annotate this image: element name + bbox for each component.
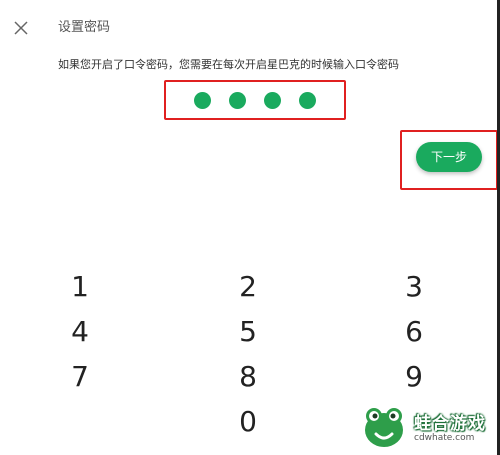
keypad-key-7[interactable]: 7 [60,357,100,397]
page-title: 设置密码 [58,20,111,35]
pin-dot-1 [194,91,211,109]
keypad-key-4[interactable]: 4 [60,312,100,352]
passcode-hint-text: 如果您开启了口令密码，您需要在每次开启星巴克的时候输入口令密码 [58,58,399,71]
pin-dot-2 [229,91,246,109]
next-highlight-box: 下一步 [400,130,498,190]
keypad-key-6[interactable]: 6 [394,312,434,352]
watermark-url: cdwhate.com [414,433,475,443]
keypad-key-9[interactable]: 9 [394,357,434,397]
keypad-key-8[interactable]: 8 [228,357,268,397]
pin-dot-3 [264,91,281,109]
keypad-key-3[interactable]: 3 [394,267,434,307]
next-button[interactable]: 下一步 [416,142,482,172]
keypad-key-5[interactable]: 5 [228,312,268,352]
pin-highlight-box [164,80,346,120]
close-icon[interactable] [12,19,30,37]
watermark-title: 蛙合游戏 [414,414,486,434]
keypad-key-1[interactable]: 1 [60,267,100,307]
pin-dot-4 [299,91,316,109]
keypad-key-0[interactable]: 0 [228,402,268,442]
watermark: 蛙合游戏 cdwhate.com [362,404,496,450]
frog-logo-icon [365,408,403,447]
pin-dots [166,82,344,118]
keypad-key-2[interactable]: 2 [228,267,268,307]
